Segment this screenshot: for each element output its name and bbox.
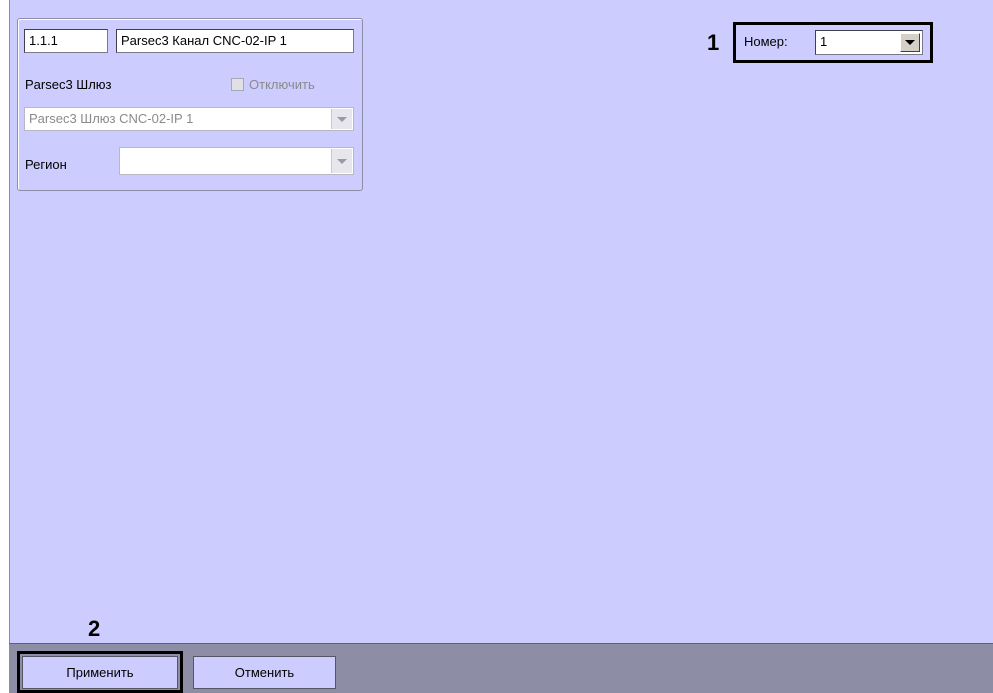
gateway-select[interactable]: Parsec3 Шлюз CNC-02-IP 1 bbox=[24, 107, 354, 131]
gateway-select-value: Parsec3 Шлюз CNC-02-IP 1 bbox=[29, 111, 194, 126]
object-name-field[interactable]: Parsec3 Канал CNC-02-IP 1 bbox=[116, 29, 354, 53]
checkbox-icon[interactable] bbox=[231, 78, 244, 91]
chevron-down-icon[interactable] bbox=[331, 109, 352, 129]
callout-marker-1: 1 bbox=[707, 30, 720, 55]
number-select-value: 1 bbox=[820, 34, 828, 49]
number-callout-frame: Номер: 1 bbox=[733, 22, 933, 63]
object-id-field[interactable]: 1.1.1 bbox=[24, 29, 108, 53]
apply-button[interactable]: Применить bbox=[22, 656, 178, 689]
gateway-label: Parsec3 Шлюз bbox=[25, 77, 112, 92]
region-select[interactable] bbox=[119, 147, 354, 175]
chevron-down-icon[interactable] bbox=[900, 33, 920, 52]
number-select[interactable]: 1 bbox=[815, 30, 923, 55]
chevron-down-icon[interactable] bbox=[331, 149, 352, 173]
callout-marker-2: 2 bbox=[88, 616, 101, 641]
number-label: Номер: bbox=[744, 34, 788, 49]
object-settings-panel: 1.1.1 Parsec3 Канал CNC-02-IP 1 Parsec3 … bbox=[17, 18, 363, 191]
disable-checkbox[interactable]: Отключить bbox=[231, 77, 315, 92]
cancel-button[interactable]: Отменить bbox=[193, 656, 336, 689]
region-label: Регион bbox=[25, 157, 67, 172]
disable-label: Отключить bbox=[249, 77, 315, 92]
